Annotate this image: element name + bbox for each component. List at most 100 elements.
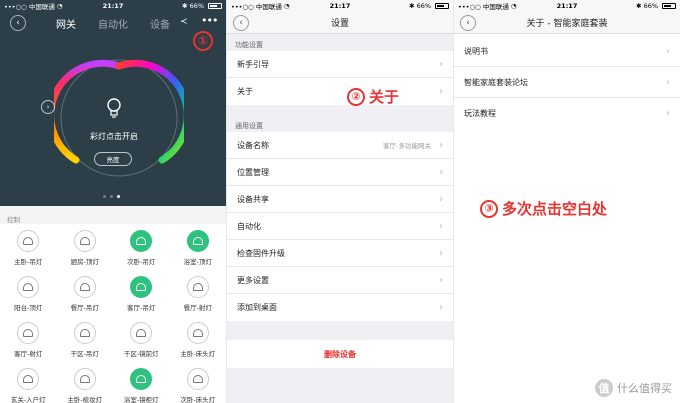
row-label: 自动化: [237, 221, 261, 231]
device-label: 玄关-入户灯: [10, 396, 46, 403]
row-label: 智能家庭套装论坛: [464, 77, 528, 87]
carrier: •••○○ 中国联通: [231, 3, 282, 11]
device-label: 浴室-镜柜灯: [123, 396, 159, 403]
about-row[interactable]: 智能家庭套装论坛 ›: [454, 67, 680, 98]
annotation-2: ② 关于: [347, 86, 399, 107]
device-tile[interactable]: 浴室-顶灯: [170, 224, 227, 268]
battery-icon: [435, 3, 450, 9]
device-tile[interactable]: 次卧-床头灯: [170, 362, 227, 403]
clock: 21:17: [102, 2, 124, 10]
device-tile[interactable]: 阳台-顶灯: [0, 270, 57, 314]
status-bar: •••○○ 中国联通 ◔ 21:17 ✱ 66%: [454, 0, 680, 12]
settings-row[interactable]: 自动化 ›: [227, 213, 453, 240]
device-tile[interactable]: 主卧-梳妆灯: [57, 362, 114, 403]
delete-device-button[interactable]: 删除设备: [227, 340, 453, 368]
row-label: 说明书: [464, 46, 488, 56]
lamp-icon[interactable]: [17, 322, 40, 344]
settings-row[interactable]: 添加到桌面 ›: [227, 294, 453, 321]
lamp-icon[interactable]: [17, 368, 40, 390]
lamp-icon[interactable]: [73, 276, 96, 298]
settings-screen: •••○○ 中国联通 ◔ 21:17 ✱ 66% ‹ 设置 功能设置 新手引导 › 关于…: [227, 0, 453, 403]
nav-bar: ‹ 设置: [227, 12, 453, 34]
row-label: 位置管理: [237, 167, 269, 177]
lamp-icon[interactable]: [130, 276, 153, 298]
device-label: 餐厅-吊灯: [70, 304, 99, 312]
device-tile[interactable]: 厨房-顶灯: [57, 224, 114, 268]
device-tile[interactable]: 主卧-床头灯: [170, 316, 227, 360]
function-settings-list: 新手引导 › 关于 ›: [227, 51, 453, 105]
lamp-icon[interactable]: [73, 322, 96, 344]
lamp-icon[interactable]: [17, 230, 40, 252]
back-button[interactable]: ‹: [10, 15, 26, 31]
device-tile[interactable]: 浴室-镜柜灯: [113, 362, 170, 403]
tab-devices[interactable]: 设备: [150, 16, 170, 31]
page-title: 设置: [330, 19, 349, 29]
annotation-number: ②: [347, 87, 365, 106]
dial-toggle-button[interactable]: ›: [41, 100, 55, 114]
tab-automation[interactable]: 自动化: [98, 16, 128, 31]
lamp-icon[interactable]: [186, 322, 209, 344]
device-label: 厨房-顶灯: [70, 258, 99, 266]
page-indicator: [103, 195, 120, 198]
wifi-icon: ◔: [283, 2, 290, 10]
annotation-text: 关于: [369, 88, 400, 106]
device-grid: 主卧-吊灯 厨房-顶灯 次卧-吊灯 浴室-顶灯阳台-顶灯 餐厅-吊灯 客厅-吊灯 餐厅-射灯…: [0, 224, 226, 403]
lamp-icon[interactable]: [186, 276, 209, 298]
battery-icon: [662, 3, 677, 9]
device-tile[interactable]: 餐厅-吊灯: [57, 270, 114, 314]
about-row[interactable]: 玩法教程 ›: [454, 98, 680, 129]
top-nav: ‹ 网关 自动化 设备 ≺ •••: [0, 12, 226, 34]
device-tile[interactable]: 玄关-入户灯: [0, 362, 57, 403]
battery-percent: 66%: [189, 2, 205, 10]
bluetooth-icon: ✱: [636, 2, 642, 10]
chevron-right-icon: ›: [439, 247, 443, 259]
row-label: 玩法教程: [464, 109, 496, 118]
device-label: 餐厅-射灯: [183, 304, 212, 312]
dial-status-text: 彩灯点击开启: [90, 132, 138, 141]
lamp-icon[interactable]: [130, 322, 153, 344]
device-label: 主卧-吊灯: [14, 258, 43, 266]
chevron-right-icon: ›: [666, 45, 670, 57]
brightness-button[interactable]: 亮度: [94, 152, 132, 166]
battery-icon: [208, 3, 223, 9]
device-label: 客厅-射灯: [14, 350, 43, 358]
device-tile[interactable]: 干区-镜前灯: [113, 316, 170, 360]
lamp-icon[interactable]: [73, 230, 96, 252]
about-screen: •••○○ 中国联通 ◔ 21:17 ✱ 66% ‹ 关于 - 智能家庭套装 说明书…: [454, 0, 680, 403]
control-section-label: 控制: [7, 216, 20, 224]
settings-row[interactable]: 设备名称 客厅-多功能网关 ›: [227, 132, 453, 159]
device-tile[interactable]: 干区-吊灯: [57, 316, 114, 360]
about-list: 说明书 › 智能家庭套装论坛 › 玩法教程 ›: [454, 36, 680, 129]
clock: 21:17: [556, 2, 578, 10]
settings-row[interactable]: 检查固件升级 ›: [227, 240, 453, 267]
watermark: 值 什么值得买: [595, 379, 672, 397]
settings-row[interactable]: 新手引导 ›: [227, 51, 453, 78]
settings-row[interactable]: 关于 ›: [227, 78, 453, 105]
share-icon[interactable]: ≺: [180, 17, 188, 27]
lamp-icon[interactable]: [130, 230, 153, 252]
device-label: 干区-镜前灯: [123, 350, 159, 358]
bulb-icon: [107, 98, 121, 118]
chevron-right-icon: ›: [439, 193, 443, 205]
lamp-icon[interactable]: [186, 368, 209, 390]
settings-row[interactable]: 位置管理 ›: [227, 159, 453, 186]
tab-gateway[interactable]: 网关: [56, 16, 76, 31]
device-tile[interactable]: 客厅-射灯: [0, 316, 57, 360]
settings-row[interactable]: 更多设置 ›: [227, 267, 453, 294]
lamp-icon[interactable]: [130, 368, 153, 390]
battery-percent: 66%: [416, 2, 432, 10]
row-label: 关于: [237, 87, 253, 96]
lamp-icon[interactable]: [17, 276, 40, 298]
lamp-icon[interactable]: [73, 368, 96, 390]
annotation-marker-1: ①: [193, 31, 213, 51]
about-row[interactable]: 说明书 ›: [454, 36, 680, 67]
device-tile[interactable]: 客厅-吊灯: [113, 270, 170, 314]
device-tile[interactable]: 餐厅-射灯: [170, 270, 227, 314]
device-tile[interactable]: 主卧-吊灯: [0, 224, 57, 268]
lamp-icon[interactable]: [186, 230, 209, 252]
settings-row[interactable]: 设备共享 ›: [227, 186, 453, 213]
more-icon[interactable]: •••: [201, 14, 218, 27]
device-tile[interactable]: 次卧-吊灯: [113, 224, 170, 268]
device-label: 客厅-吊灯: [127, 304, 156, 312]
annotation-number: ③: [480, 199, 498, 218]
